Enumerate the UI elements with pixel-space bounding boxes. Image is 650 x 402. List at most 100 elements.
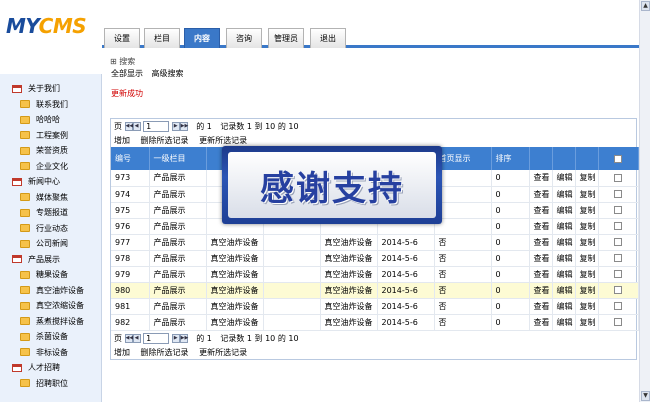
row-checkbox[interactable] (614, 238, 622, 246)
view-link[interactable]: 查看 (529, 298, 553, 315)
view-link[interactable]: 查看 (529, 202, 553, 219)
first-page-icon[interactable]: ◀◀ (124, 122, 133, 131)
sidebar-item[interactable]: 真空油炸设备 (20, 284, 84, 298)
column-header[interactable]: 一级栏目 (149, 147, 207, 170)
sidebar-item[interactable]: 荣誉资质 (20, 144, 68, 158)
copy-link[interactable]: 复制 (575, 186, 599, 203)
copy-link[interactable]: 复制 (575, 234, 599, 251)
sidebar-item[interactable]: 杀菌设备 (20, 330, 68, 344)
copy-link[interactable]: 复制 (575, 250, 599, 267)
copy-link[interactable]: 复制 (575, 282, 599, 299)
column-header[interactable] (598, 147, 639, 170)
sidebar-item[interactable]: 哈哈哈 (20, 113, 60, 127)
sidebar-item[interactable]: 行业动态 (20, 222, 68, 236)
view-link[interactable]: 查看 (529, 218, 553, 235)
last-page-icon[interactable]: ▶▶ (179, 122, 188, 131)
next-page-icon[interactable]: ▶ (171, 122, 180, 131)
copy-link[interactable]: 复制 (575, 314, 599, 331)
sidebar-item[interactable]: 人才招聘 (12, 361, 60, 375)
row-checkbox[interactable] (614, 318, 622, 326)
table-row[interactable]: 980 产品展示 真空油炸设备 真空油炸设备 2014-5-6 否 0 查看 编辑 复制 (111, 282, 639, 299)
scroll-down-icon[interactable]: ▼ (641, 391, 650, 401)
advanced-search-link[interactable]: 高级搜索 (152, 69, 184, 78)
column-header[interactable] (552, 147, 576, 170)
scroll-up-icon[interactable]: ▲ (641, 1, 650, 11)
tab-4[interactable]: 管理员 (268, 28, 304, 48)
table-row[interactable]: 978 产品展示 真空油炸设备 真空油炸设备 2014-5-6 否 0 查看 编辑 复制 (111, 250, 639, 267)
row-checkbox[interactable] (614, 190, 622, 198)
table-row[interactable]: 982 产品展示 真空油炸设备 真空油炸设备 2014-5-6 否 0 查看 编辑 复制 (111, 314, 639, 331)
update-selected-link[interactable]: 更新所选记录 (199, 136, 247, 145)
edit-link[interactable]: 编辑 (552, 314, 576, 331)
add-link[interactable]: 增加 (114, 348, 130, 357)
copy-link[interactable]: 复制 (575, 170, 599, 187)
edit-link[interactable]: 编辑 (552, 202, 576, 219)
sidebar-item[interactable]: 联系我们 (20, 98, 68, 112)
tab-3[interactable]: 咨询 (226, 28, 262, 48)
copy-link[interactable]: 复制 (575, 202, 599, 219)
sidebar-item[interactable]: 媒体聚焦 (20, 191, 68, 205)
sidebar-item[interactable]: 真空浓缩设备 (20, 299, 84, 313)
row-checkbox[interactable] (614, 270, 622, 278)
column-header[interactable] (529, 147, 553, 170)
copy-link[interactable]: 复制 (575, 218, 599, 235)
copy-link[interactable]: 复制 (575, 298, 599, 315)
edit-link[interactable]: 编辑 (552, 266, 576, 283)
delete-selected-link[interactable]: 删除所选记录 (141, 348, 189, 357)
view-link[interactable]: 查看 (529, 266, 553, 283)
column-header[interactable]: 首页显示 (434, 147, 492, 170)
edit-link[interactable]: 编辑 (552, 170, 576, 187)
select-all-checkbox[interactable] (614, 154, 622, 163)
row-checkbox[interactable] (614, 302, 622, 310)
view-link[interactable]: 查看 (529, 282, 553, 299)
last-page-icon[interactable]: ▶▶ (179, 333, 188, 343)
column-header[interactable]: 排序 (491, 147, 530, 170)
sidebar-item[interactable]: 招聘职位 (20, 377, 68, 391)
row-checkbox[interactable] (614, 206, 622, 214)
page-number-input[interactable]: 1 (143, 332, 170, 344)
column-header[interactable]: 编号 (111, 147, 150, 170)
show-all-link[interactable]: 全部显示 (111, 69, 143, 78)
add-link[interactable]: 增加 (114, 136, 130, 145)
sidebar-item[interactable]: 企业文化 (20, 160, 68, 174)
sidebar-item[interactable]: 产品展示 (12, 253, 60, 267)
prev-page-icon[interactable]: ◀ (132, 122, 141, 131)
update-selected-link[interactable]: 更新所选记录 (199, 348, 247, 357)
view-link[interactable]: 查看 (529, 314, 553, 331)
tab-0[interactable]: 设置 (104, 28, 140, 48)
row-checkbox[interactable] (614, 173, 622, 182)
sidebar-item[interactable]: 糖果设备 (20, 268, 68, 282)
sidebar-item[interactable]: 新闻中心 (12, 175, 60, 189)
column-header[interactable] (575, 147, 599, 170)
view-link[interactable]: 查看 (529, 250, 553, 267)
sidebar-item[interactable]: 关于我们 (12, 82, 60, 96)
view-link[interactable]: 查看 (529, 186, 553, 203)
first-page-icon[interactable]: ◀◀ (124, 333, 133, 343)
page-number-input[interactable]: 1 (143, 121, 170, 132)
tab-1[interactable]: 栏目 (144, 28, 180, 48)
tab-2[interactable]: 内容 (184, 28, 220, 48)
row-checkbox[interactable] (614, 286, 622, 294)
search-toggle[interactable]: ⊞ 搜索 (110, 56, 135, 67)
row-checkbox[interactable] (614, 222, 622, 230)
row-checkbox[interactable] (614, 254, 622, 262)
view-link[interactable]: 查看 (529, 170, 553, 187)
edit-link[interactable]: 编辑 (552, 218, 576, 235)
edit-link[interactable]: 编辑 (552, 282, 576, 299)
sidebar-item[interactable]: 工程案例 (20, 129, 68, 143)
vertical-scrollbar[interactable]: ▲ ▼ (639, 0, 650, 402)
edit-link[interactable]: 编辑 (552, 250, 576, 267)
sidebar-item[interactable]: 专题报道 (20, 206, 68, 220)
table-row[interactable]: 981 产品展示 真空油炸设备 真空油炸设备 2014-5-6 否 0 查看 编辑 复制 (111, 298, 639, 315)
sidebar-item[interactable]: 非标设备 (20, 346, 68, 360)
table-row[interactable]: 977 产品展示 真空油炸设备 真空油炸设备 2014-5-6 否 0 查看 编辑 复制 (111, 234, 639, 251)
prev-page-icon[interactable]: ◀ (132, 333, 141, 343)
edit-link[interactable]: 编辑 (552, 234, 576, 251)
sidebar-item[interactable]: 蒸煮搅拌设备 (20, 315, 84, 329)
table-row[interactable]: 979 产品展示 真空油炸设备 真空油炸设备 2014-5-6 否 0 查看 编辑 复制 (111, 266, 639, 283)
view-link[interactable]: 查看 (529, 234, 553, 251)
copy-link[interactable]: 复制 (575, 266, 599, 283)
delete-selected-link[interactable]: 删除所选记录 (141, 136, 189, 145)
edit-link[interactable]: 编辑 (552, 298, 576, 315)
next-page-icon[interactable]: ▶ (171, 333, 180, 343)
